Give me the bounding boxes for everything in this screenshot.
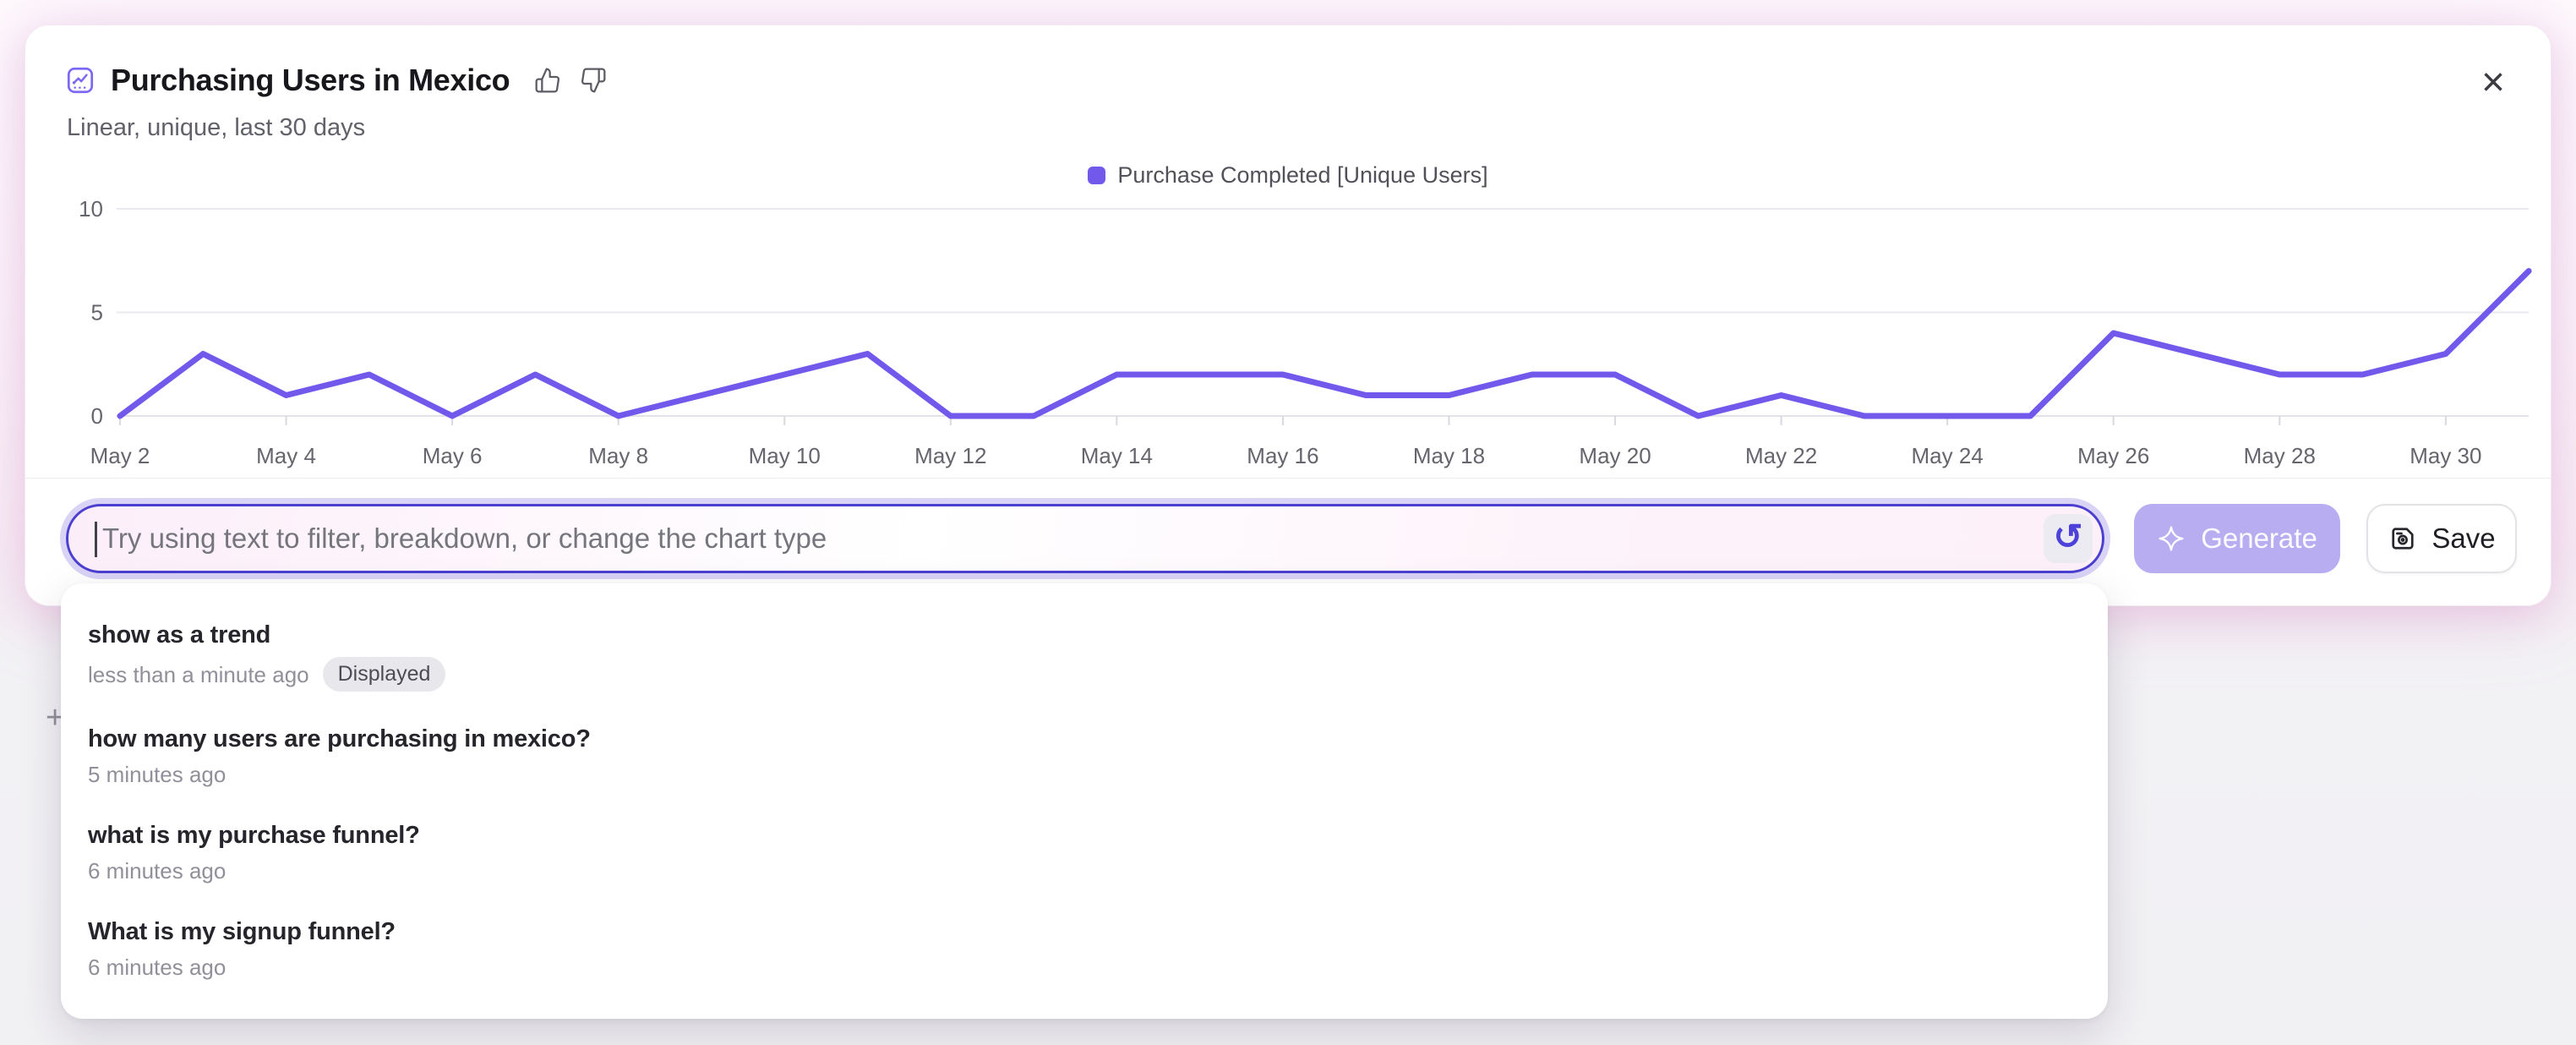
- thumbs-down-icon[interactable]: [579, 66, 608, 95]
- chart-subtitle: Linear, unique, last 30 days: [67, 113, 365, 142]
- divider: [25, 478, 2551, 479]
- history-item-query: show as a trend: [88, 620, 2074, 650]
- history-item-time: 6 minutes ago: [88, 857, 226, 884]
- legend-swatch: [1088, 167, 1105, 184]
- x-tick-label: May 14: [1081, 443, 1153, 468]
- page-title: Purchasing Users in Mexico: [111, 63, 510, 98]
- history-item-meta: 6 minutes ago: [88, 954, 2074, 981]
- y-tick-label: 10: [79, 196, 103, 222]
- save-button-label: Save: [2431, 522, 2495, 555]
- ai-prompt-field[interactable]: ↺: [66, 504, 2104, 573]
- series-line[interactable]: [120, 271, 2529, 417]
- sparkle-icon: [2157, 524, 2186, 553]
- history-item-time: less than a minute ago: [88, 661, 309, 688]
- history-item-query: what is my purchase funnel?: [88, 820, 2074, 851]
- history-item-query: how many users are purchasing in mexico?: [88, 724, 2074, 754]
- x-tick-label: May 2: [90, 443, 150, 468]
- x-tick-label: May 6: [423, 443, 483, 468]
- x-tick-label: May 20: [1579, 443, 1651, 468]
- history-item-meta: less than a minute ago Displayed: [88, 657, 2074, 692]
- x-tick-label: May 4: [256, 443, 316, 468]
- history-item-meta: 6 minutes ago: [88, 857, 2074, 884]
- chart-card: Purchasing Users in Mexico Linear, uniqu…: [25, 25, 2551, 605]
- x-tick-label: May 24: [1912, 443, 1984, 468]
- history-item-time: 6 minutes ago: [88, 954, 226, 981]
- x-tick-label: May 18: [1413, 443, 1485, 468]
- x-tick-label: May 16: [1247, 443, 1318, 468]
- line-chart-icon: [67, 67, 94, 94]
- x-tick-label: May 28: [2244, 443, 2316, 468]
- x-tick-label: May 8: [588, 443, 648, 468]
- save-document-icon: [2388, 523, 2418, 554]
- history-icon: ↺: [2053, 519, 2082, 555]
- history-button[interactable]: ↺: [2044, 514, 2093, 563]
- legend-label: Purchase Completed [Unique Users]: [1117, 162, 1487, 189]
- history-item[interactable]: show as a trend less than a minute ago D…: [61, 604, 2108, 708]
- x-tick-label: May 10: [749, 443, 821, 468]
- page-background: + Purchasing Users in Mexico: [0, 0, 2576, 1045]
- history-item[interactable]: what is my purchase funnel? 6 minutes ag…: [61, 804, 2108, 900]
- card-header: Purchasing Users in Mexico: [67, 61, 608, 100]
- generate-button-label: Generate: [2201, 522, 2317, 555]
- history-dropdown: show as a trend less than a minute ago D…: [61, 583, 2108, 1019]
- thumbs-up-icon[interactable]: [533, 66, 562, 95]
- history-item[interactable]: how many users are purchasing in mexico?…: [61, 708, 2108, 804]
- generate-button[interactable]: Generate: [2134, 504, 2340, 573]
- x-tick-label: May 26: [2077, 443, 2149, 468]
- history-item-meta: 5 minutes ago: [88, 761, 2074, 788]
- y-tick-label: 0: [91, 403, 103, 429]
- ai-prompt-input[interactable]: [68, 506, 2102, 571]
- text-caret: [95, 522, 97, 557]
- displayed-badge: Displayed: [323, 657, 446, 692]
- feedback-buttons: [533, 66, 608, 95]
- x-tick-label: May 30: [2410, 443, 2481, 468]
- line-chart[interactable]: 0 5 10 May 2 May 4 May 6 May 8 May 10 May 12 May …: [25, 194, 2551, 499]
- history-item-query: What is my signup funnel?: [88, 916, 2074, 947]
- history-item-time: 5 minutes ago: [88, 761, 226, 788]
- history-item[interactable]: What is my signup funnel? 6 minutes ago: [61, 900, 2108, 997]
- x-tick-label: May 22: [1745, 443, 1817, 468]
- close-icon[interactable]: ×: [2470, 59, 2517, 107]
- x-tick-label: May 12: [914, 443, 986, 468]
- y-tick-label: 5: [91, 300, 103, 326]
- save-button[interactable]: Save: [2366, 504, 2517, 573]
- chart-legend[interactable]: Purchase Completed [Unique Users]: [25, 162, 2551, 189]
